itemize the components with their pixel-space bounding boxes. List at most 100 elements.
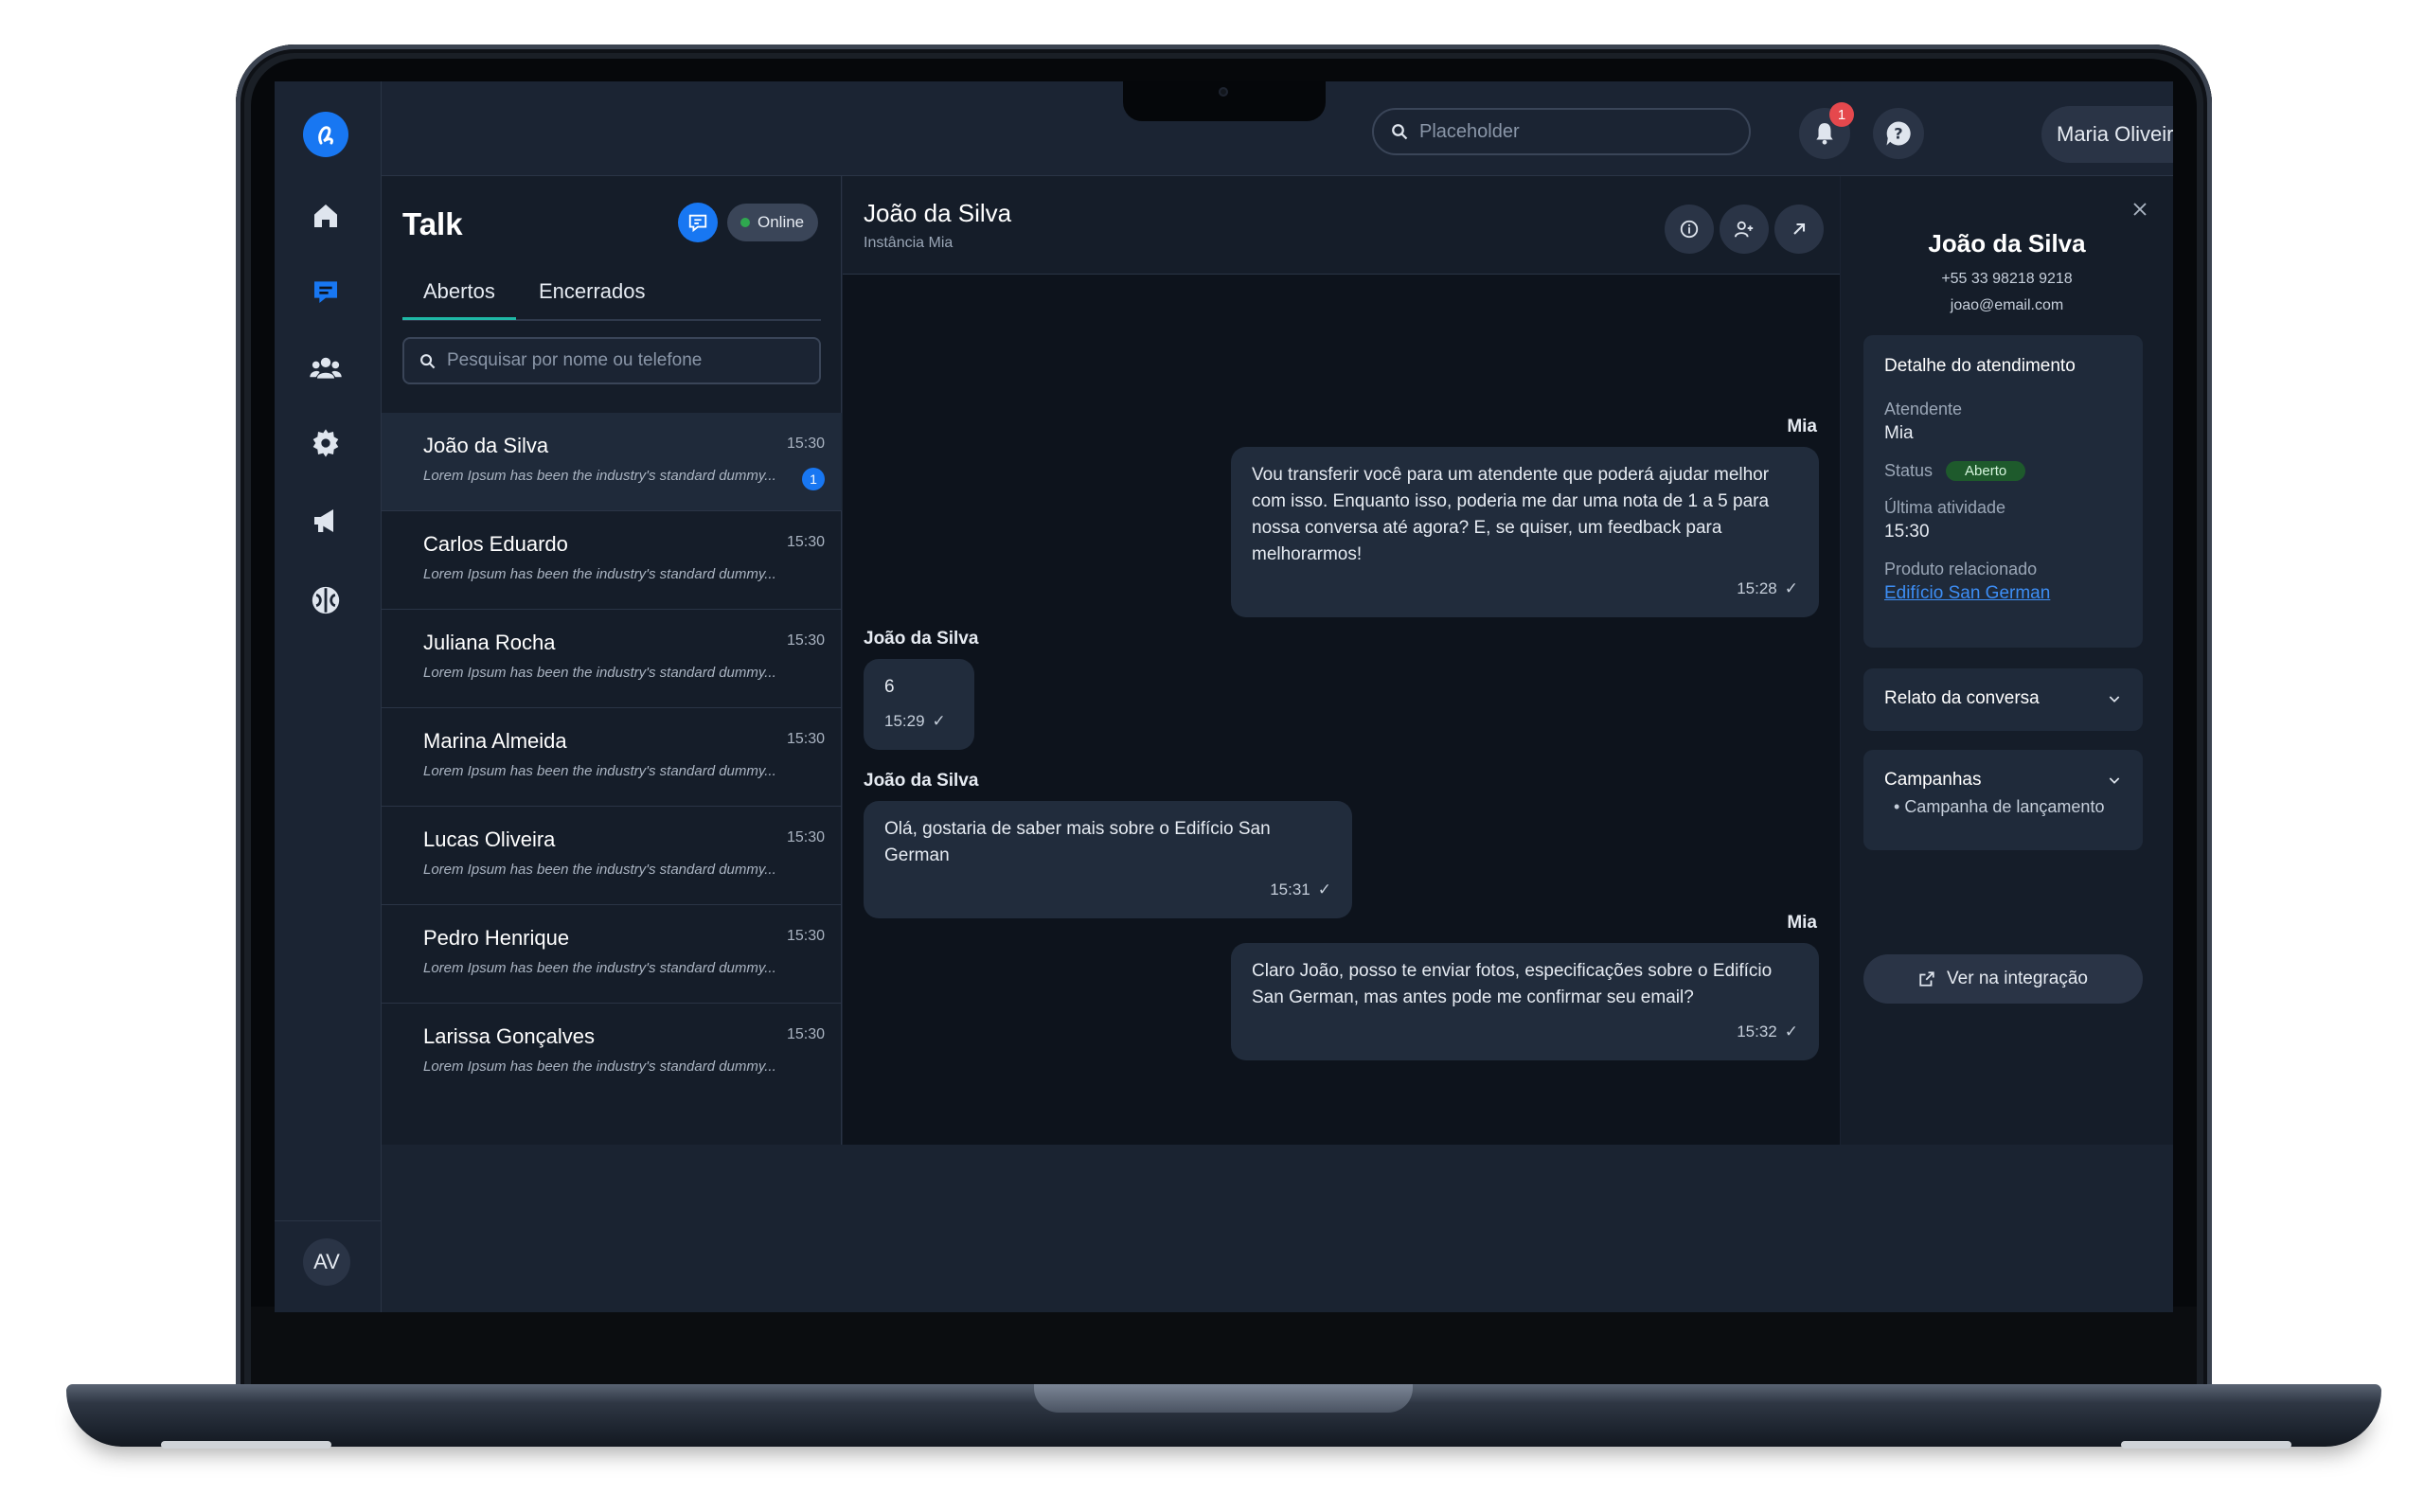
message-text: Olá, gostaria de saber mais sobre o Edif…: [884, 819, 1271, 865]
message-time: 15:28: [1737, 579, 1777, 597]
notification-badge: 1: [1829, 102, 1854, 127]
online-label: Online: [758, 213, 805, 231]
message-time: 15:29: [884, 712, 925, 730]
status-field: Status Aberto: [1884, 461, 2122, 481]
campaigns-accordion[interactable]: Campanhas • Campanha de lançamento: [1863, 750, 2143, 850]
app-logo-icon[interactable]: [303, 112, 348, 157]
conversation-time: 15:30: [786, 928, 825, 944]
last-activity-value: 15:30: [1884, 522, 1930, 542]
global-search-input[interactable]: Placeholder: [1372, 108, 1751, 155]
search-placeholder: Pesquisar por nome ou telefone: [447, 350, 703, 370]
profile-avatar[interactable]: AV: [303, 1238, 350, 1286]
settings-icon[interactable]: [303, 420, 348, 466]
conversation-time: 15:30: [786, 1026, 825, 1042]
chat-icon[interactable]: [303, 269, 348, 314]
message-time: 15:31: [1270, 881, 1310, 898]
info-button[interactable]: [1665, 205, 1714, 254]
message-sender: Mia: [1787, 417, 1817, 436]
close-icon: [2133, 203, 2147, 216]
campaign-name: Campanha de lançamento: [1904, 797, 2105, 816]
assign-agent-button[interactable]: [1720, 205, 1769, 254]
megaphone-icon[interactable]: [303, 498, 348, 543]
check-icon: ✓: [1784, 1023, 1798, 1041]
message-text: Claro João, posso te enviar fotos, espec…: [1252, 961, 1773, 1007]
view-integration-button[interactable]: Ver na integração: [1863, 954, 2143, 1004]
message-bubble-incoming: 6 15:29 ✓: [864, 659, 974, 750]
list-item[interactable]: Pedro Henrique 15:30 Lorem Ipsum has bee…: [382, 905, 842, 1004]
campaign-item: • Campanha de lançamento: [1894, 797, 2105, 816]
online-dot: [740, 218, 750, 227]
bell-icon: [1816, 123, 1833, 145]
status-badge: Aberto: [1946, 461, 2026, 481]
user-menu[interactable]: Maria Oliveira: [2041, 106, 2173, 163]
message-bubble-outgoing: Vou transferir você para um atendente qu…: [1231, 447, 1819, 617]
chat-instance: Instância Mia: [864, 235, 954, 251]
tab-encerrados[interactable]: Encerrados: [539, 279, 646, 317]
conversation-name: Marina Almeida: [423, 729, 567, 753]
help-chat-icon: ?: [1886, 121, 1911, 146]
check-icon: ✓: [1317, 881, 1331, 898]
conversation-time: 15:30: [786, 829, 825, 845]
conversation-preview: Lorem Ipsum has been the industry's stan…: [423, 665, 776, 681]
conversation-preview: Lorem Ipsum has been the industry's stan…: [423, 763, 776, 779]
service-detail-title: Detalhe do atendimento: [1884, 356, 2076, 376]
integration-label: Ver na integração: [1947, 969, 2088, 988]
users-icon[interactable]: [303, 345, 348, 390]
message-text: 6: [884, 677, 895, 697]
list-item[interactable]: Larissa Gonçalves 15:30 Lorem Ipsum has …: [382, 1004, 842, 1102]
check-icon: ✓: [932, 712, 946, 730]
new-chat-icon: [688, 214, 707, 233]
arrow-up-right-icon: [1793, 222, 1806, 235]
unread-badge: 1: [802, 468, 825, 490]
home-icon[interactable]: [303, 193, 348, 239]
list-item[interactable]: Marina Almeida 15:30 Lorem Ipsum has bee…: [382, 708, 842, 807]
conversation-preview: Lorem Ipsum has been the industry's stan…: [423, 468, 776, 484]
message-sender: Mia: [1787, 913, 1817, 933]
message-text: Vou transferir você para um atendente qu…: [1252, 465, 1770, 564]
chevron-down-icon: [2109, 777, 2120, 784]
empty-area: [382, 1145, 2173, 1312]
conversation-report-accordion[interactable]: Relato da conversa: [1863, 668, 2143, 731]
list-item[interactable]: João da Silva 15:30 Lorem Ipsum has been…: [382, 413, 842, 511]
list-item[interactable]: Juliana Rocha 15:30 Lorem Ipsum has been…: [382, 610, 842, 708]
message-sender: João da Silva: [864, 771, 979, 791]
product-label: Produto relacionado: [1884, 560, 2038, 578]
rail-divider: [275, 1220, 382, 1221]
last-activity-label: Última atividade: [1884, 498, 2006, 517]
conversation-time: 15:30: [786, 632, 825, 649]
list-item[interactable]: Carlos Eduardo 15:30 Lorem Ipsum has bee…: [382, 511, 842, 610]
online-status-toggle[interactable]: Online: [727, 204, 818, 241]
chevron-down-icon: [2109, 696, 2120, 703]
contact-phone: +55 33 98218 9218: [1941, 271, 2073, 287]
product-field: Produto relacionado Edifício San German: [1884, 560, 2122, 604]
app-screen: AV Placeholder 1 ? Maria Oliveira Talk O…: [275, 81, 2173, 1312]
close-panel-button[interactable]: [2131, 201, 2148, 222]
chat-panel: João da Silva Instância Mia Mia Vou tran…: [843, 176, 1840, 1145]
ai-brain-icon[interactable]: [303, 578, 348, 623]
message-sender: João da Silva: [864, 629, 979, 649]
help-button[interactable]: ?: [1873, 108, 1924, 159]
last-activity-field: Última atividade 15:30: [1884, 498, 2122, 543]
chat-header: João da Silva Instância Mia: [843, 176, 1840, 275]
list-item[interactable]: Lucas Oliveira 15:30 Lorem Ipsum has bee…: [382, 807, 842, 905]
agent-field: Atendente Mia: [1884, 400, 2122, 444]
conversation-time: 15:30: [786, 436, 825, 452]
open-external-button[interactable]: [1774, 205, 1824, 254]
laptop-hinge-groove: [1034, 1384, 1413, 1413]
product-link[interactable]: Edifício San German: [1884, 583, 2122, 604]
external-link-icon: [1919, 971, 1934, 987]
left-rail: AV: [275, 81, 382, 1312]
conversation-search-input[interactable]: Pesquisar por nome ou telefone: [402, 337, 821, 384]
conversation-name: João da Silva: [423, 434, 549, 457]
report-label: Relato da conversa: [1884, 688, 2040, 708]
contact-name: João da Silva: [1928, 229, 2086, 258]
user-name: Maria Oliveira: [2057, 122, 2173, 146]
conversation-name: Lucas Oliveira: [423, 827, 556, 851]
conversation-list-panel: Talk Online Abertos Encerrados Pesquisar…: [382, 176, 842, 1145]
notifications-button[interactable]: 1: [1799, 102, 1854, 159]
laptop-chin: [251, 1307, 2197, 1394]
new-conversation-button[interactable]: [678, 203, 718, 242]
search-icon: [1392, 124, 1408, 140]
tab-abertos[interactable]: Abertos: [402, 279, 516, 320]
info-icon: [1680, 220, 1699, 239]
